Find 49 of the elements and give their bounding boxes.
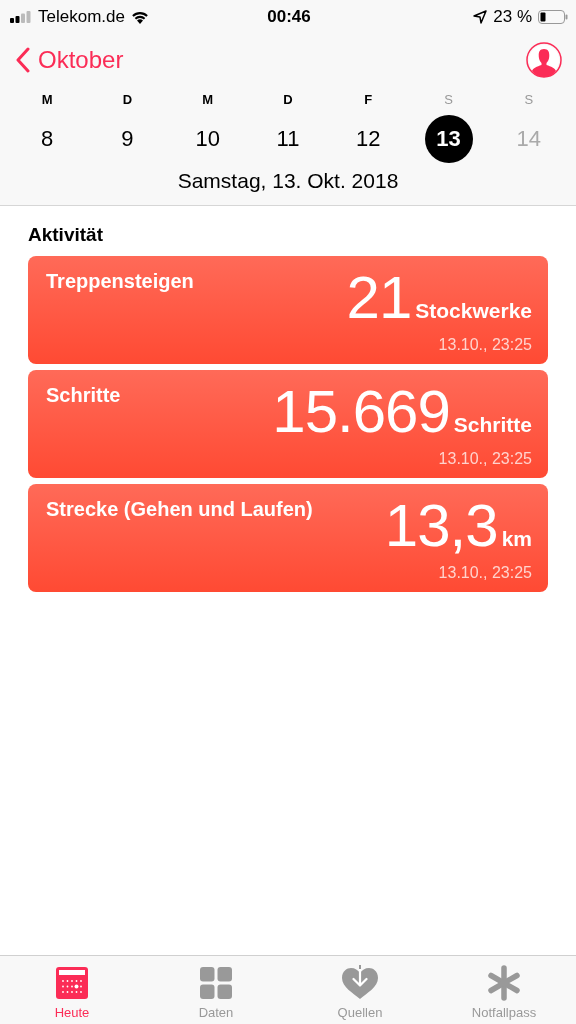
section-title: Aktivität [28,224,104,246]
wifi-icon [130,10,149,24]
signal-icon [10,11,32,23]
day-button[interactable]: 10 [183,115,232,163]
day-button[interactable]: 12 [344,115,393,163]
metric-unit: Stockwerke [415,300,532,321]
metric-timestamp: 13.10., 23:25 [438,564,532,582]
tab-button[interactable]: Daten [144,956,288,1024]
back-button[interactable]: Oktober [16,46,124,74]
metric-title: Treppensteigen [46,270,194,292]
battery-percentage: 23 % [493,7,532,27]
metric-value: 21 [346,268,412,328]
profile-icon[interactable] [526,42,562,78]
location-arrow-icon [473,10,488,24]
weekday-label: D [283,92,293,107]
metric-card[interactable]: Strecke (Gehen und Laufen) 13,3 km 13.10., 23:25 [28,484,548,592]
weekday-label: M [202,92,214,107]
day-button[interactable]: 13 [424,115,473,163]
tab-button[interactable]: Heute [0,956,144,1024]
weekday-label: M [41,92,53,107]
metric-timestamp: 13.10., 23:25 [438,450,532,468]
selected-date: Samstag, 13. Okt. 2018 [177,169,399,193]
carrier-name: Telekom.de [38,7,125,27]
metric-card[interactable]: Treppensteigen 21 Stockwerke 13.10., 23:25 [28,256,548,364]
metric-unit: km [501,528,532,549]
heart-download-icon [341,965,379,1001]
day-button[interactable]: 11 [264,115,312,163]
chevron-left-icon [16,47,30,73]
asterisk-icon [487,965,521,1001]
metric-card[interactable]: Schritte 15.669 Schritte 13.10., 23:25 [28,370,548,478]
weekday-label: D [122,92,133,107]
day-button[interactable]: 8 [23,115,72,163]
metric-title: Strecke (Gehen und Laufen) [46,498,313,520]
metric-unit: Schritte [453,414,532,435]
metric-value: 13,3 [384,496,498,556]
battery-icon [538,10,568,24]
metric-value: 15.669 [272,382,450,442]
calendar-icon [55,966,89,1000]
metric-timestamp: 13.10., 23:25 [438,336,532,354]
clock-time: 00:46 [267,7,311,27]
grid-icon [199,966,233,1000]
tab-button[interactable]: Notfallpass [432,956,576,1024]
day-button[interactable]: 9 [103,115,152,163]
metric-title: Schritte [46,384,121,406]
weekday-label: S [524,92,534,107]
day-button[interactable]: 14 [504,115,553,163]
tab-button[interactable]: Quellen [288,956,432,1024]
weekday-label: S [444,92,453,107]
weekday-label: F [364,92,373,107]
